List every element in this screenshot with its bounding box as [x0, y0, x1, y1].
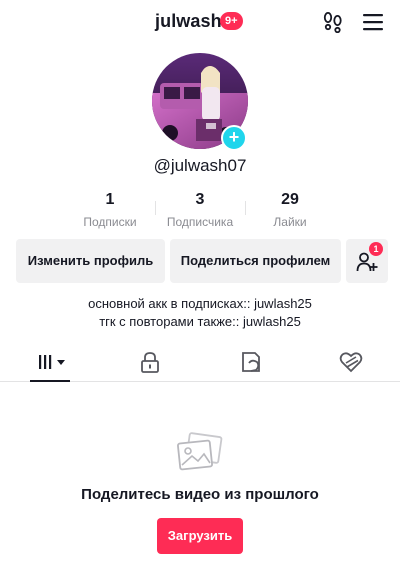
stat-likes-count: 29 — [281, 191, 299, 208]
image-placeholder-icon — [176, 432, 224, 479]
stat-following[interactable]: 1 Подписки — [70, 190, 150, 229]
empty-state-title: Поделитесь видео из прошлого — [81, 486, 319, 503]
stat-divider — [245, 201, 246, 215]
avatar-add-icon[interactable]: + — [221, 125, 247, 151]
stat-divider — [155, 201, 156, 215]
profile-actions: Изменить профиль Поделиться профилем — [0, 239, 400, 283]
edit-profile-button[interactable]: Изменить профиль — [16, 239, 165, 283]
stat-followers[interactable]: 3 Подписчика — [160, 190, 240, 229]
repost-icon — [242, 352, 260, 372]
top-bar: julwash 9+ — [0, 0, 400, 44]
tab-active-indicator — [30, 380, 70, 382]
grid-icon — [39, 355, 65, 369]
tab-reposts[interactable] — [238, 345, 264, 381]
footprints-icon[interactable] — [322, 11, 344, 34]
bio-line: основной акк в подписках:: juwlash25 — [88, 296, 312, 311]
tab-videos[interactable] — [30, 345, 70, 382]
liked-heart-icon — [339, 352, 363, 373]
profile-stats: 1 Подписки 3 Подписчика 29 Лайки — [0, 190, 400, 230]
chevron-down-icon — [57, 360, 65, 365]
stat-followers-count: 3 — [195, 191, 205, 208]
stat-likes[interactable]: 29 Лайки — [250, 190, 330, 229]
lock-icon — [141, 352, 159, 373]
hamburger-menu-icon[interactable] — [362, 11, 384, 33]
stat-followers-label: Подписчика — [166, 215, 234, 229]
content-tabs — [0, 345, 400, 382]
share-profile-button[interactable]: Поделиться профилем — [170, 239, 341, 283]
profile-handle: @julwash07 — [153, 156, 247, 175]
add-friend-badge: 1 — [369, 242, 383, 256]
profile-username[interactable]: julwash — [155, 11, 222, 32]
tab-liked[interactable] — [338, 345, 364, 381]
profile-bio: основной акк в подписках:: juwlash25 тгк… — [0, 295, 400, 331]
tab-private[interactable] — [137, 345, 163, 381]
bio-line: тгк с повторами также:: juwlash25 — [99, 314, 301, 329]
stat-following-count: 1 — [105, 191, 115, 208]
upload-button[interactable]: Загрузить — [157, 518, 243, 554]
stat-following-label: Подписки — [83, 215, 137, 229]
notification-badge: 9+ — [220, 12, 243, 30]
stat-likes-label: Лайки — [273, 215, 307, 229]
